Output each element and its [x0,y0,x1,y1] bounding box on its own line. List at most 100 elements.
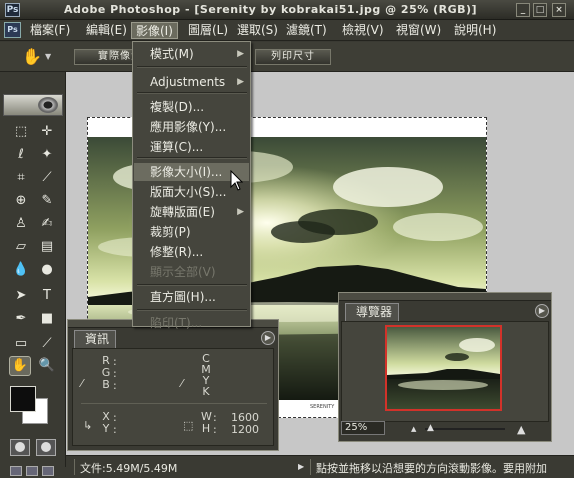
shape-tool-icon[interactable]: ■ [36,309,58,329]
panel-grip[interactable] [339,293,551,301]
window-title: Adobe Photoshop - [Serenity by kobrakai5… [64,3,478,16]
screen-mode-full-menu-icon[interactable] [26,466,38,476]
menu-separator [137,309,247,311]
photoshop-app-icon[interactable]: Ps [5,3,20,17]
navigator-panel: 導覽器 ▶ 25% ▲ ▲ ▲ [338,292,552,442]
lasso-tool-icon[interactable]: ℓ [10,145,32,165]
image-menu-item[interactable]: 運算(C)... [134,138,249,156]
menu-item-label: 版面大小(S)... [150,185,227,199]
info-label-g: G [101,366,111,379]
zoom-out-icon[interactable]: ▲ [411,425,416,433]
image-menu-item[interactable]: 應用影像(Y)... [134,118,249,136]
info-divider [81,403,267,404]
brush-tool-icon[interactable]: ✎ [36,191,58,211]
standard-mode-button[interactable] [10,439,30,456]
marquee-tool-icon[interactable]: ⬚ [10,122,32,142]
image-menu-item[interactable]: 複製(D)... [134,98,249,116]
menu-item-label: 裁剪(P) [150,225,191,239]
toolbox-header[interactable] [3,94,63,116]
submenu-arrow-icon: ▶ [237,207,244,217]
close-icon[interactable]: × [552,3,566,17]
screen-mode-full-icon[interactable] [42,466,54,476]
navigator-zoom-field[interactable]: 25% [341,421,385,435]
navigator-preview[interactable] [385,325,502,411]
crosshair-icon: ↳ [83,419,93,432]
info-colon: : [113,423,117,436]
menu-item-2[interactable]: 編輯(E) [82,22,131,39]
hand-icon[interactable]: ✋ [22,47,42,66]
status-divider [74,459,75,475]
zoom-in-icon[interactable]: ▲ [517,423,525,436]
dodge-tool-icon[interactable]: ● [36,260,58,280]
gradient-tool-icon[interactable]: ▤ [36,237,58,257]
menu-separator [137,157,247,159]
tab-navigator[interactable]: 導覽器 [345,303,400,321]
menu-item-label: 複製(D)... [150,100,205,114]
print-size-button[interactable]: 列印尺寸 [255,49,331,65]
panel-menu-icon[interactable]: ▶ [261,331,275,345]
type-tool-icon[interactable]: T [36,286,58,306]
crop-tool-icon[interactable]: ⌗ [10,168,32,188]
zoom-slider[interactable] [425,428,505,430]
image-menu-item[interactable]: 旋轉版面(E) ▶ [134,203,249,221]
chevron-down-icon[interactable]: ▼ [45,52,51,61]
image-menu-item[interactable]: Adjustments ▶ [134,73,249,91]
image-menu-item: 顯示全部(V) [134,263,249,281]
image-menu-item[interactable]: 裁剪(P) [134,223,249,241]
info-label-y-coord: Y [102,422,110,435]
info-panel: 資訊 ▶ ⁄ R G B : : : ⁄ C M Y K ↳ X Y : : ⬚… [67,319,279,451]
info-label-b: B [102,378,110,391]
status-divider [310,459,311,475]
healing-brush-icon[interactable]: ⊕ [10,191,32,211]
menu-item-9[interactable]: 說明(H) [450,22,500,39]
status-menu-arrow-icon[interactable]: ▶ [298,462,304,471]
photoshop-logo-icon[interactable]: Ps [4,22,21,38]
menu-item-label: 影像大小(I)... [150,165,223,179]
minimize-icon[interactable]: _ [516,3,530,17]
eye-logo-icon [38,97,58,113]
tool-hint-text: 點按並拖移以沿想要的方向滾動影像。要用附加 [316,462,547,475]
menu-separator [137,284,247,286]
clone-stamp-icon[interactable]: ♙ [10,214,32,234]
menu-bar: Ps 檔案(F) 編輯(E) 影像(I) 圖層(L) 選取(S) 濾鏡(T) 檢視(V) 視窗… [0,20,574,41]
document-size-text: 文件:5.49M/5.49M [80,462,178,475]
zoom-tool-icon[interactable]: 🔍 [36,356,58,376]
menu-item-6[interactable]: 濾鏡(T) [282,22,331,39]
menu-item-1[interactable]: 檔案(F) [26,22,74,39]
magic-wand-icon[interactable]: ✦ [36,145,58,165]
pen-tool-icon[interactable]: ✒ [10,309,32,329]
image-menu-item[interactable]: 修整(R)... [134,243,249,261]
zoom-slider-handle[interactable]: ▲ [427,423,434,433]
quick-mask-button[interactable] [36,439,56,456]
image-menu-item: 陷印(T)... [134,314,249,332]
menu-item-8[interactable]: 視窗(W) [392,22,445,39]
blur-tool-icon[interactable]: 💧 [10,260,32,280]
slice-tool-icon[interactable]: ⟋ [36,168,58,188]
menu-item-5[interactable]: 選取(S) [233,22,282,39]
hand-tool-icon[interactable]: ✋ [9,356,31,376]
menu-item-7[interactable]: 檢視(V) [338,22,388,39]
mouse-cursor-icon [230,170,244,191]
eyedropper-tool-icon[interactable]: ⟋ [36,334,58,354]
info-label-r: R [102,354,110,367]
submenu-arrow-icon: ▶ [237,77,244,87]
panel-menu-icon[interactable]: ▶ [535,304,549,318]
history-brush-icon[interactable]: ✍ [36,214,58,234]
maximize-icon[interactable]: □ [533,3,547,17]
image-menu-item[interactable]: 模式(M) ▶ [134,45,249,63]
move-tool-icon[interactable]: ✛ [36,122,58,142]
notes-tool-icon[interactable]: ▭ [10,334,32,354]
eraser-tool-icon[interactable]: ▱ [10,237,32,257]
info-colon: : [113,379,117,392]
status-bar: 文件:5.49M/5.49M ▶ 點按並拖移以沿想要的方向滾動影像。要用附加 [66,455,574,478]
info-label-x: X [102,410,110,423]
tab-info[interactable]: 資訊 [74,330,117,348]
screen-mode-standard-icon[interactable] [10,466,22,476]
foreground-color-swatch[interactable] [10,386,36,412]
tool-options-bar: ✋ ▼ 實際像素 列印尺寸 [0,42,574,72]
menu-item-3[interactable]: 影像(I) [131,22,178,39]
image-menu-item[interactable]: 直方圖(H)... [134,288,249,306]
menu-item-4[interactable]: 圖層(L) [184,22,232,39]
path-selection-icon[interactable]: ➤ [10,286,32,306]
info-label-w: W [201,410,212,423]
